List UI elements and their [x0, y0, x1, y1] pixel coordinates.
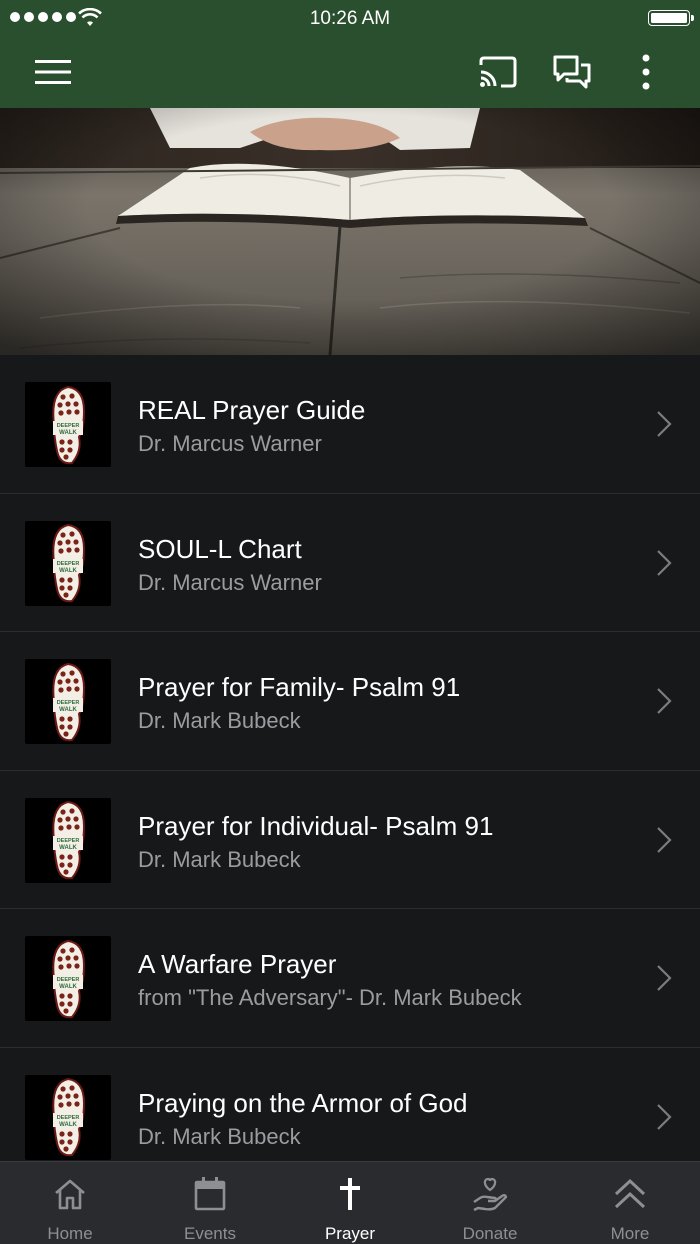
svg-text:WALK: WALK — [59, 568, 77, 574]
tab-prayer[interactable]: Prayer — [280, 1162, 420, 1244]
chevron-right-icon — [657, 411, 672, 437]
item-subtitle: Dr. Mark Bubeck — [138, 1123, 301, 1149]
item-title: Praying on the Armor of God — [138, 1087, 468, 1118]
chevron-right-icon — [657, 965, 672, 991]
tab-more[interactable]: More — [560, 1162, 700, 1244]
status-time: 10:26 AM — [309, 8, 391, 29]
footprint-icon: DEEPER WALK — [52, 662, 86, 741]
footprint-icon: DEEPER WALK — [52, 1077, 86, 1157]
chevron-right-icon — [657, 688, 672, 714]
vertical-dots-icon — [642, 54, 650, 90]
list-item[interactable]: DEEPER WALK REAL Prayer Guide Dr. Marcus… — [0, 355, 700, 494]
list-item[interactable]: DEEPER WALK SOUL-L Chart Dr. Marcus Warn… — [0, 494, 700, 632]
svg-text:WALK: WALK — [59, 707, 77, 713]
item-title: SOUL-L Chart — [138, 533, 302, 564]
prayer-list: DEEPER WALK REAL Prayer Guide Dr. Marcus… — [0, 355, 700, 1161]
list-item[interactable]: DEEPER WALK Prayer for Family- Psalm 91 … — [0, 632, 700, 771]
hero-image — [0, 108, 700, 355]
battery-icon — [648, 10, 694, 26]
chevron-right-icon — [657, 826, 672, 853]
item-subtitle: Dr. Mark Bubeck — [138, 708, 301, 733]
item-subtitle: Dr. Marcus Warner — [138, 569, 322, 595]
tab-label: Prayer — [324, 1224, 376, 1243]
svg-text:WALK: WALK — [59, 430, 77, 436]
item-title: Prayer for Individual- Psalm 91 — [138, 810, 494, 841]
open-bible-illustration — [0, 108, 700, 355]
deeper-walk-logo-thumbnail: DEEPER WALK — [25, 797, 111, 883]
item-subtitle: Dr. Marcus Warner — [138, 431, 322, 456]
donate-hand-heart-icon — [473, 1177, 508, 1212]
item-subtitle: from "The Adversary"- Dr. Mark Bubeck — [138, 985, 522, 1010]
footprint-icon: DEEPER WALK — [52, 523, 86, 603]
svg-text:DEEPER: DEEPER — [57, 561, 80, 567]
chat-button[interactable] — [550, 50, 594, 94]
tab-donate[interactable]: Donate — [420, 1162, 560, 1244]
tab-label: More — [610, 1224, 650, 1243]
tab-label: Donate — [462, 1224, 518, 1243]
deeper-walk-logo-thumbnail: DEEPER WALK — [25, 520, 111, 606]
svg-text:DEEPER: DEEPER — [57, 977, 80, 983]
chat-icon — [553, 55, 591, 89]
double-chevron-up-icon — [614, 1178, 646, 1209]
footprint-icon: DEEPER WALK — [52, 385, 86, 464]
app-bar — [0, 36, 700, 108]
deeper-walk-logo-thumbnail: DEEPER WALK — [25, 936, 111, 1021]
chevron-right-icon — [657, 549, 672, 576]
cast-icon — [479, 56, 517, 88]
tab-label: Home — [47, 1224, 93, 1243]
deeper-walk-logo-thumbnail: DEEPER WALK — [25, 659, 111, 744]
item-title: REAL Prayer Guide — [138, 395, 366, 425]
list-item[interactable]: DEEPER WALK Praying on the Armor of God … — [0, 1048, 700, 1162]
hamburger-icon — [35, 60, 71, 84]
menu-button[interactable] — [31, 50, 75, 94]
list-item[interactable]: DEEPER WALK Prayer for Individual- Psalm… — [0, 771, 700, 909]
item-title: Prayer for Family- Psalm 91 — [138, 672, 461, 702]
cast-button[interactable] — [476, 50, 520, 94]
tab-label: Events — [184, 1224, 236, 1243]
svg-text:DEEPER: DEEPER — [57, 1115, 80, 1121]
footprint-icon: DEEPER WALK — [52, 800, 86, 880]
svg-text:DEEPER: DEEPER — [57, 423, 80, 429]
svg-text:WALK: WALK — [59, 1122, 77, 1128]
tab-home[interactable]: Home — [0, 1162, 140, 1244]
svg-text:DEEPER: DEEPER — [57, 700, 80, 706]
svg-text:WALK: WALK — [59, 845, 77, 851]
list-item[interactable]: DEEPER WALK A Warfare Prayer from "The A… — [0, 909, 700, 1048]
item-title: A Warfare Prayer — [138, 949, 337, 979]
svg-text:DEEPER: DEEPER — [57, 838, 80, 844]
home-icon — [55, 1179, 85, 1210]
svg-text:WALK: WALK — [59, 984, 77, 990]
deeper-walk-logo-thumbnail: DEEPER WALK — [25, 1074, 111, 1160]
item-subtitle: Dr. Mark Bubeck — [138, 846, 301, 872]
cross-icon — [340, 1178, 360, 1210]
bottom-tab-bar: Home Events Prayer Donate More — [0, 1161, 700, 1244]
deeper-walk-logo-thumbnail: DEEPER WALK — [25, 382, 111, 467]
tab-events[interactable]: Events — [140, 1162, 280, 1244]
calendar-icon — [194, 1177, 226, 1211]
overflow-menu-button[interactable] — [624, 50, 668, 94]
footprint-icon: DEEPER WALK — [52, 939, 86, 1018]
chevron-right-icon — [657, 1103, 672, 1130]
status-bar: 10:26 AM — [0, 0, 700, 36]
